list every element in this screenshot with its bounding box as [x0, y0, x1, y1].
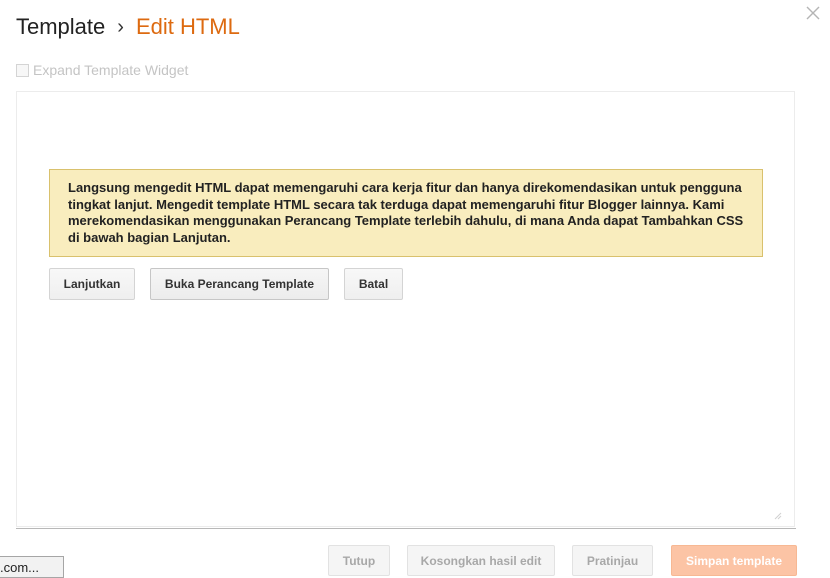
clear-edits-button[interactable]: Kosongkan hasil edit — [407, 545, 555, 576]
breadcrumb: Template › Edit HTML — [16, 12, 240, 42]
save-template-button[interactable]: Simpan template — [671, 545, 797, 576]
breadcrumb-separator: › — [117, 15, 124, 38]
preview-button[interactable]: Pratinjau — [572, 545, 653, 576]
expand-template-widget-label: Expand Template Widget — [33, 62, 189, 78]
footer-divider — [16, 528, 796, 529]
expand-template-widget-option: Expand Template Widget — [16, 60, 188, 80]
close-icon[interactable] — [804, 4, 822, 22]
open-template-designer-button[interactable]: Buka Perancang Template — [150, 268, 329, 300]
html-editor-panel — [16, 91, 795, 527]
breadcrumb-template[interactable]: Template — [16, 14, 105, 40]
status-bar-url: .com... — [0, 556, 64, 578]
expand-template-widget-checkbox[interactable] — [16, 63, 29, 77]
continue-button[interactable]: Lanjutkan — [49, 268, 135, 300]
html-edit-warning: Langsung mengedit HTML dapat memengaruhi… — [49, 169, 763, 257]
resize-grip-icon[interactable] — [774, 512, 782, 520]
cancel-button[interactable]: Batal — [344, 268, 403, 300]
close-button[interactable]: Tutup — [328, 545, 390, 576]
page-title: Edit HTML — [135, 14, 240, 39]
